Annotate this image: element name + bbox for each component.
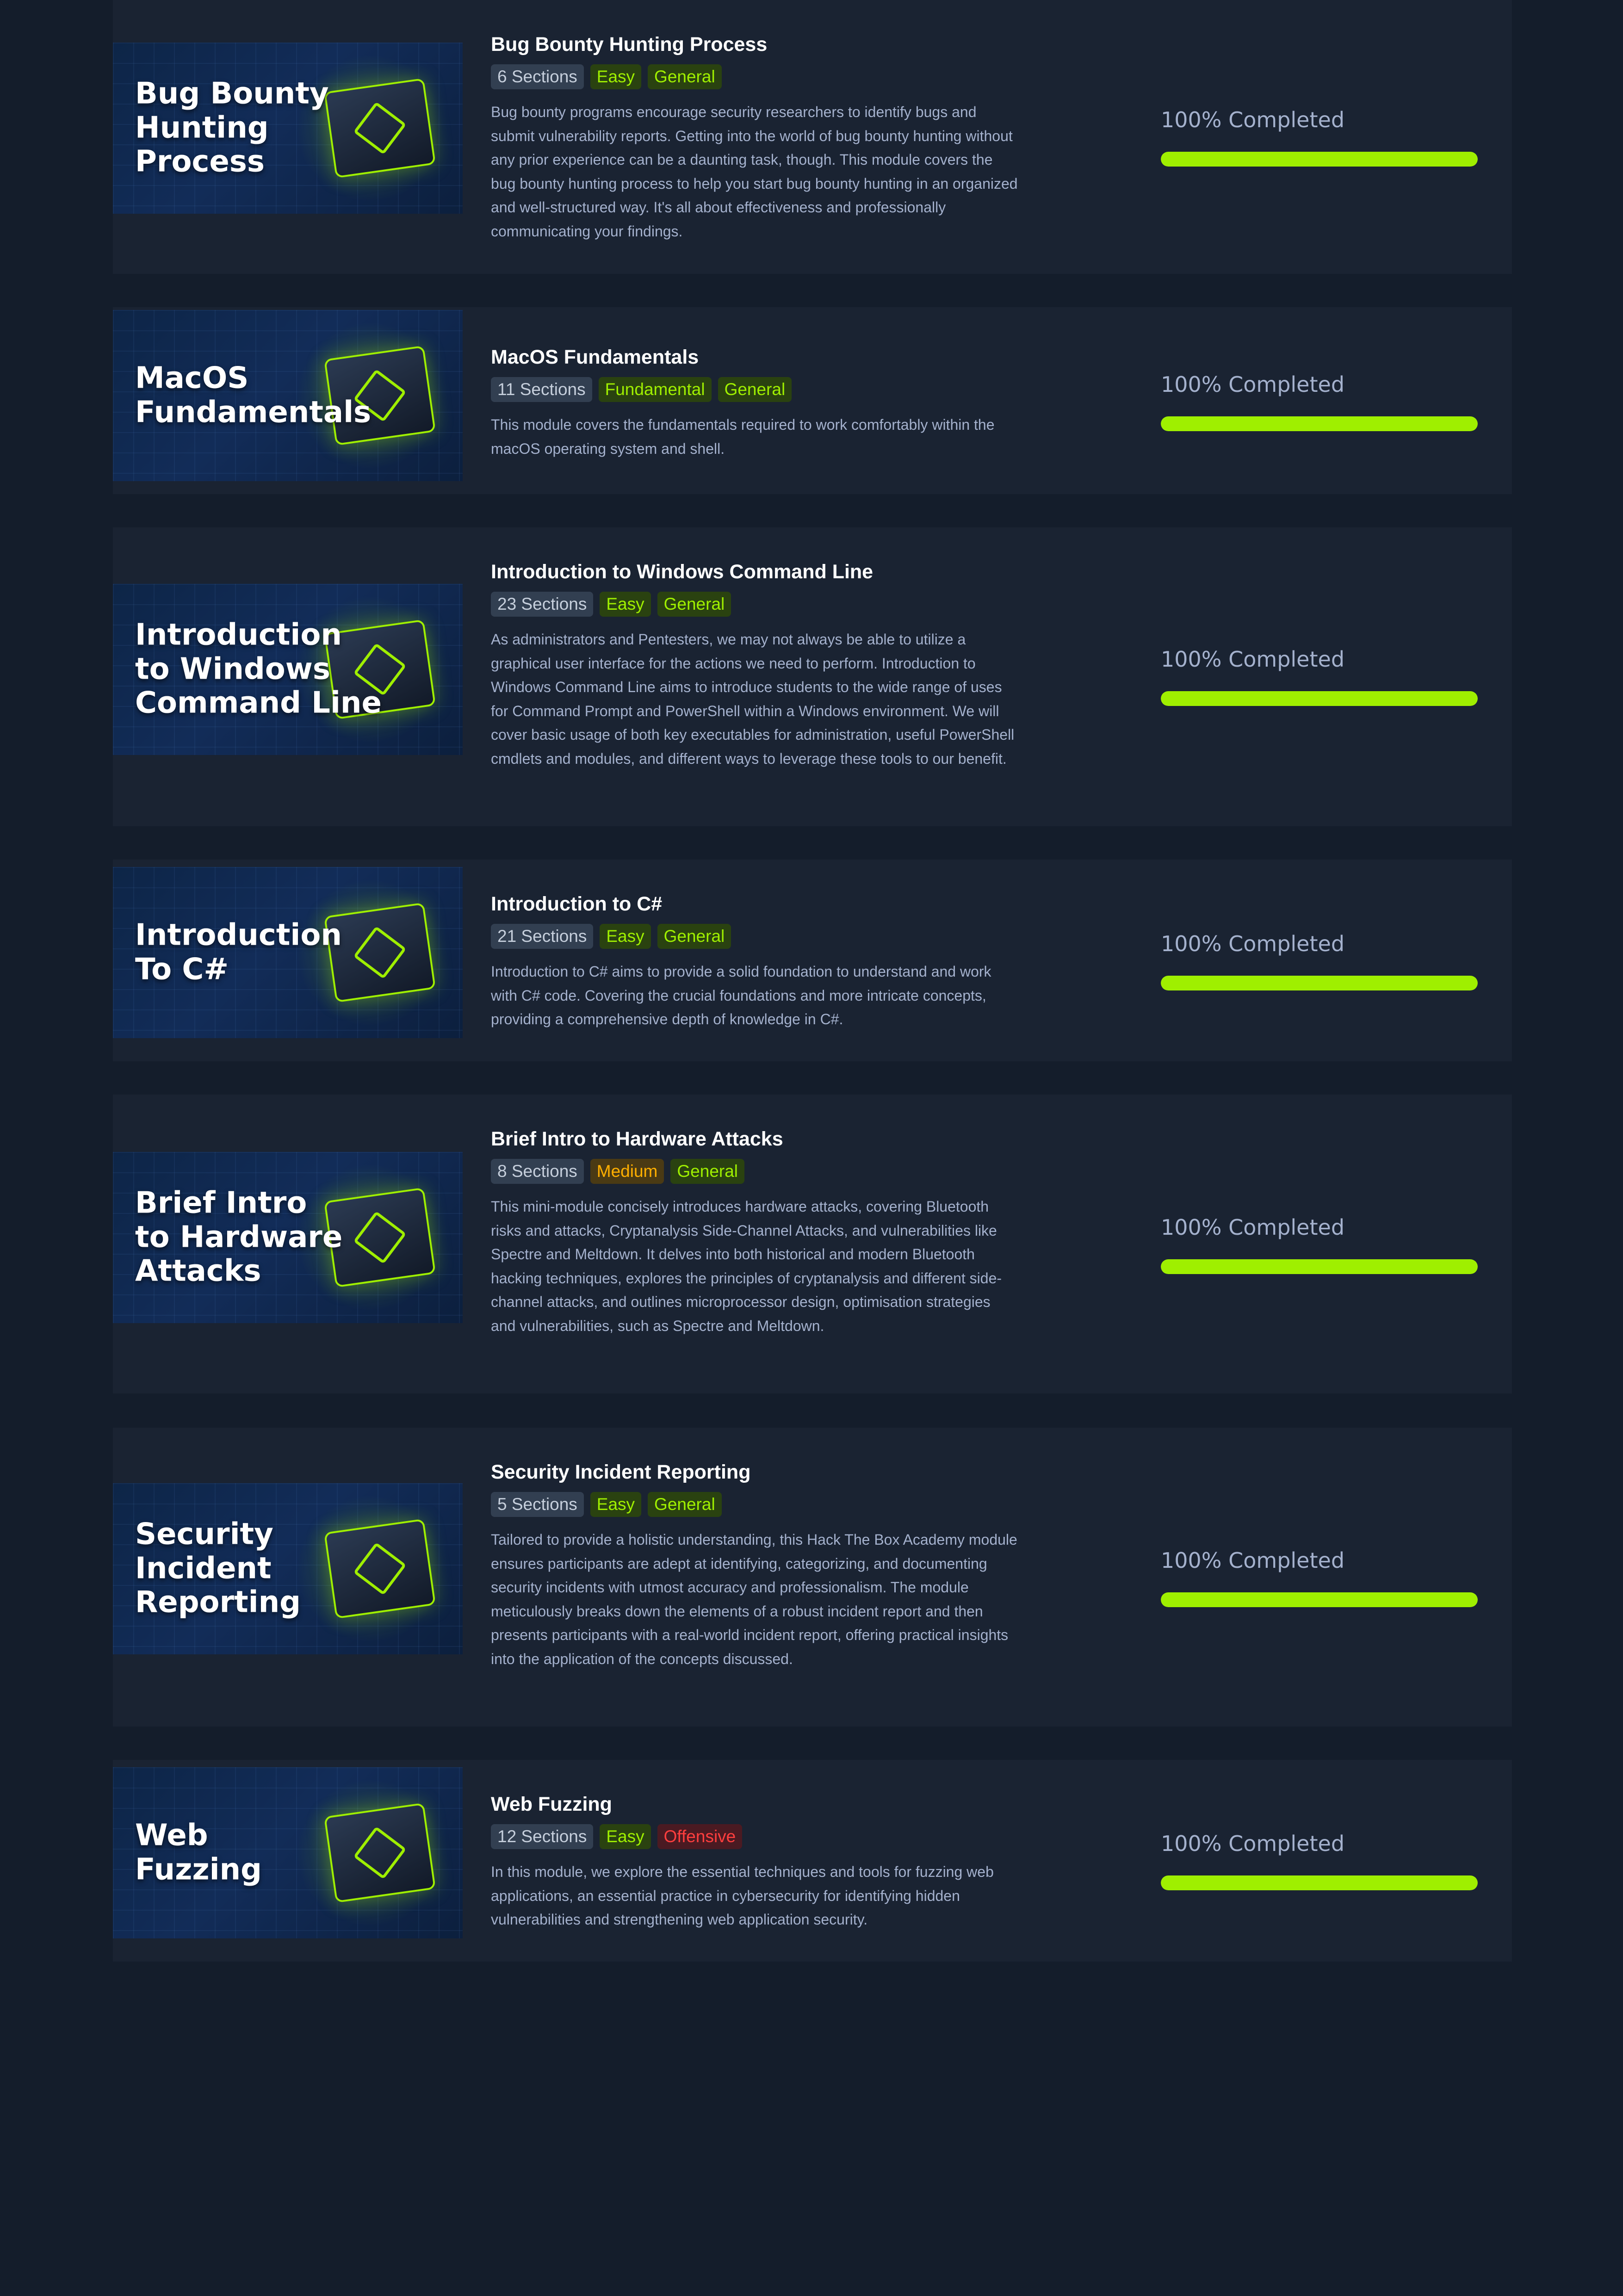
tag-easy: Easy xyxy=(600,924,651,949)
progress-bar-fill xyxy=(1161,1259,1478,1274)
module-card[interactable]: Introduction to Windows Command Line Int… xyxy=(113,527,1512,826)
progress-bar xyxy=(1161,1259,1478,1274)
tag-sections: 5 Sections xyxy=(491,1492,584,1517)
progress-bar xyxy=(1161,691,1478,706)
thumbnail-title: Introduction To C# xyxy=(135,918,342,986)
tag-fundamental: Fundamental xyxy=(598,377,712,402)
module-description: This mini-module concisely introduces ha… xyxy=(491,1198,1002,1334)
module-info: MacOS Fundamentals 11 Sections Fundamenta… xyxy=(491,346,1139,461)
module-progress: 100% Completed xyxy=(1161,931,1478,990)
module-progress: 100% Completed xyxy=(1161,107,1478,167)
progress-label: 100% Completed xyxy=(1161,1831,1345,1856)
module-tags: 6 Sections Easy General xyxy=(491,64,1139,90)
module-title[interactable]: Security Incident Reporting xyxy=(491,1461,1139,1484)
progress-label: 100% Completed xyxy=(1161,372,1345,397)
progress-bar-fill xyxy=(1161,1875,1478,1890)
progress-bar-fill xyxy=(1161,416,1478,431)
tag-easy: Easy xyxy=(600,592,651,617)
progress-label: 100% Completed xyxy=(1161,1215,1345,1240)
module-title[interactable]: Bug Bounty Hunting Process xyxy=(491,33,1139,56)
module-description: Tailored to provide a holistic understan… xyxy=(491,1531,1017,1667)
progress-bar-fill xyxy=(1161,152,1478,167)
tag-sections: 12 Sections xyxy=(491,1824,594,1850)
module-title[interactable]: Introduction to C# xyxy=(491,893,1139,916)
thumbnail-title: Bug Bounty Hunting Process xyxy=(135,76,329,179)
thumbnail-title: Web Fuzzing xyxy=(135,1818,262,1887)
thumbnail-title: Brief Intro to Hardware Attacks xyxy=(135,1186,343,1288)
module-tags: 11 Sections Fundamental General xyxy=(491,377,1139,402)
progress-bar-fill xyxy=(1161,691,1478,706)
module-description: Introduction to C# aims to provide a sol… xyxy=(491,963,991,1028)
module-card[interactable]: Bug Bounty Hunting Process Bug Bounty Hu… xyxy=(113,0,1512,274)
module-tags: 8 Sections Medium General xyxy=(491,1159,1139,1184)
thumbnail-title: Security Incident Reporting xyxy=(135,1517,301,1620)
tag-easy: Easy xyxy=(590,64,642,90)
progress-label: 100% Completed xyxy=(1161,647,1345,672)
module-info: Security Incident Reporting 5 Sections Ea… xyxy=(491,1461,1139,1671)
module-title[interactable]: MacOS Fundamentals xyxy=(491,346,1139,369)
module-title[interactable]: Web Fuzzing xyxy=(491,1793,1139,1816)
module-tags: 5 Sections Easy General xyxy=(491,1492,1139,1517)
module-progress: 100% Completed xyxy=(1161,647,1478,706)
tag-general: General xyxy=(718,377,792,402)
module-thumbnail[interactable]: Security Incident Reporting xyxy=(113,1483,463,1654)
tag-offensive: Offensive xyxy=(657,1824,743,1850)
progress-bar xyxy=(1161,152,1478,167)
tag-easy: Easy xyxy=(600,1824,651,1850)
progress-bar-fill xyxy=(1161,976,1478,990)
module-progress: 100% Completed xyxy=(1161,1215,1478,1274)
module-tags: 21 Sections Easy General xyxy=(491,924,1139,949)
tag-sections: 23 Sections xyxy=(491,592,594,617)
module-thumbnail[interactable]: Introduction To C# xyxy=(113,867,463,1038)
tag-sections: 11 Sections xyxy=(491,377,592,402)
module-info: Bug Bounty Hunting Process 6 Sections Eas… xyxy=(491,33,1139,243)
tag-general: General xyxy=(648,64,722,90)
tag-medium: Medium xyxy=(590,1159,664,1184)
tag-sections: 21 Sections xyxy=(491,924,594,949)
tag-general: General xyxy=(657,592,731,617)
module-title[interactable]: Introduction to Windows Command Line xyxy=(491,561,1139,583)
thumbnail-title: MacOS Fundamentals xyxy=(135,361,372,429)
module-card[interactable]: Brief Intro to Hardware Attacks Brief In… xyxy=(113,1095,1512,1393)
module-tags: 12 Sections Easy Offensive xyxy=(491,1824,1139,1850)
progress-bar xyxy=(1161,1592,1478,1607)
module-title[interactable]: Brief Intro to Hardware Attacks xyxy=(491,1128,1139,1151)
module-progress: 100% Completed xyxy=(1161,1831,1478,1890)
tag-general: General xyxy=(648,1492,722,1517)
module-description: Bug bounty programs encourage security r… xyxy=(491,104,1018,240)
module-progress: 100% Completed xyxy=(1161,1548,1478,1607)
module-tags: 23 Sections Easy General xyxy=(491,592,1139,617)
module-card[interactable]: Web Fuzzing Web Fuzzing 12 Sections Easy O… xyxy=(113,1760,1512,1962)
progress-label: 100% Completed xyxy=(1161,931,1345,956)
module-card[interactable]: Introduction To C# Introduction to C# 21… xyxy=(113,860,1512,1061)
module-card[interactable]: Security Incident Reporting Security Inc… xyxy=(113,1428,1512,1727)
progress-bar xyxy=(1161,976,1478,990)
module-info: Introduction to Windows Command Line 23 … xyxy=(491,561,1139,771)
module-thumbnail[interactable]: MacOS Fundamentals xyxy=(113,310,463,481)
tag-sections: 6 Sections xyxy=(491,64,584,90)
module-card[interactable]: MacOS Fundamentals MacOS Fundamentals 11… xyxy=(113,307,1512,494)
tag-sections: 8 Sections xyxy=(491,1159,584,1184)
progress-bar xyxy=(1161,1875,1478,1890)
module-info: Brief Intro to Hardware Attacks 8 Sectio… xyxy=(491,1128,1139,1338)
module-thumbnail[interactable]: Web Fuzzing xyxy=(113,1767,463,1938)
module-thumbnail[interactable]: Brief Intro to Hardware Attacks xyxy=(113,1152,463,1323)
tag-general: General xyxy=(670,1159,745,1184)
progress-label: 100% Completed xyxy=(1161,1548,1345,1573)
module-info: Web Fuzzing 12 Sections Easy Offensive In … xyxy=(491,1793,1139,1932)
module-description: This module covers the fundamentals requ… xyxy=(491,416,995,457)
module-thumbnail[interactable]: Introduction to Windows Command Line xyxy=(113,584,463,755)
tag-easy: Easy xyxy=(590,1492,642,1517)
thumbnail-title: Introduction to Windows Command Line xyxy=(135,618,382,720)
tag-general: General xyxy=(657,924,731,949)
module-description: In this module, we explore the essential… xyxy=(491,1863,994,1928)
progress-label: 100% Completed xyxy=(1161,107,1345,132)
module-thumbnail[interactable]: Bug Bounty Hunting Process xyxy=(113,43,463,214)
progress-bar xyxy=(1161,416,1478,431)
module-description: As administrators and Pentesters, we may… xyxy=(491,631,1015,767)
module-info: Introduction to C# 21 Sections Easy Genera… xyxy=(491,893,1139,1032)
progress-bar-fill xyxy=(1161,1592,1478,1607)
module-progress: 100% Completed xyxy=(1161,372,1478,431)
